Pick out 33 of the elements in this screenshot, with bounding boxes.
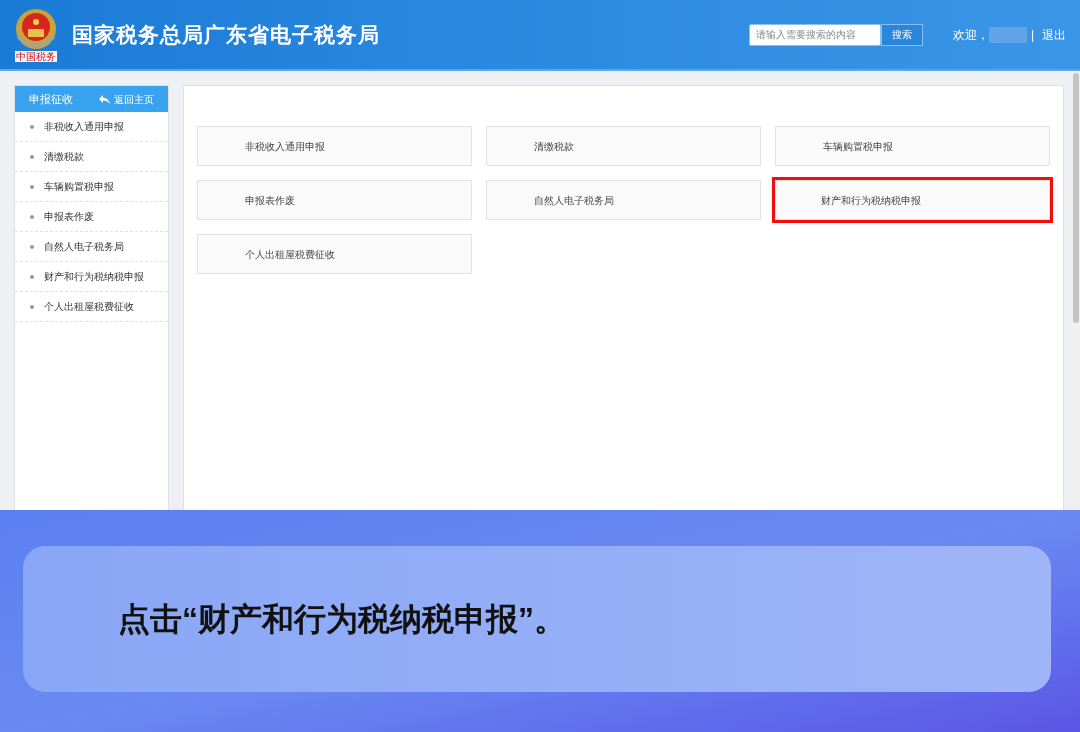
scrollbar-thumb[interactable]: [1073, 73, 1079, 323]
sidebar-title: 申报征收: [29, 91, 73, 107]
bullet-icon: [30, 214, 34, 219]
sidebar-item[interactable]: 非税收入通用申报: [44, 119, 124, 134]
bullet-icon: [30, 274, 34, 279]
sidebar-item[interactable]: 清缴税款: [44, 149, 84, 164]
menu-tile[interactable]: 车辆购置税申报: [775, 126, 1050, 166]
bullet-icon: [30, 244, 34, 249]
emblem-icon: [14, 7, 58, 51]
logo-caption: 中国税务: [15, 51, 57, 62]
welcome-text: 欢迎，: [952, 26, 989, 44]
menu-tile[interactable]: 自然人电子税务局: [486, 180, 761, 220]
menu-tile[interactable]: 个人出租屋税费征收: [197, 234, 472, 274]
menu-tile[interactable]: 财产和行为税纳税申报: [775, 180, 1050, 220]
bullet-icon: [30, 184, 34, 189]
menu-tile[interactable]: 申报表作废: [197, 180, 472, 220]
separator: |: [1030, 26, 1034, 44]
search-field[interactable]: 请输入需要搜索的内容: [748, 23, 881, 46]
redacted-username: [988, 26, 1027, 43]
bullet-icon: [30, 154, 34, 159]
menu-tile[interactable]: 清缴税款: [486, 126, 761, 166]
sidebar-item[interactable]: 个人出租屋税费征收: [44, 299, 134, 314]
menu-tile[interactable]: 非税收入通用申报: [197, 126, 472, 166]
bullet-icon: [30, 124, 34, 129]
sidebar-item[interactable]: 自然人电子税务局: [44, 239, 124, 254]
reply-arrow-icon: [99, 94, 110, 104]
site-title: 国家税务总局广东省电子税务局: [72, 21, 380, 48]
search-button[interactable]: 搜索: [880, 23, 923, 46]
sidebar-item[interactable]: 申报表作废: [44, 209, 94, 224]
caption-text: 点击“财产和行为税纳税申报”。: [118, 600, 566, 639]
sidebar-item[interactable]: 车辆购置税申报: [44, 179, 114, 194]
bullet-icon: [30, 304, 34, 309]
sidebar-item[interactable]: 财产和行为税纳税申报: [44, 269, 144, 284]
